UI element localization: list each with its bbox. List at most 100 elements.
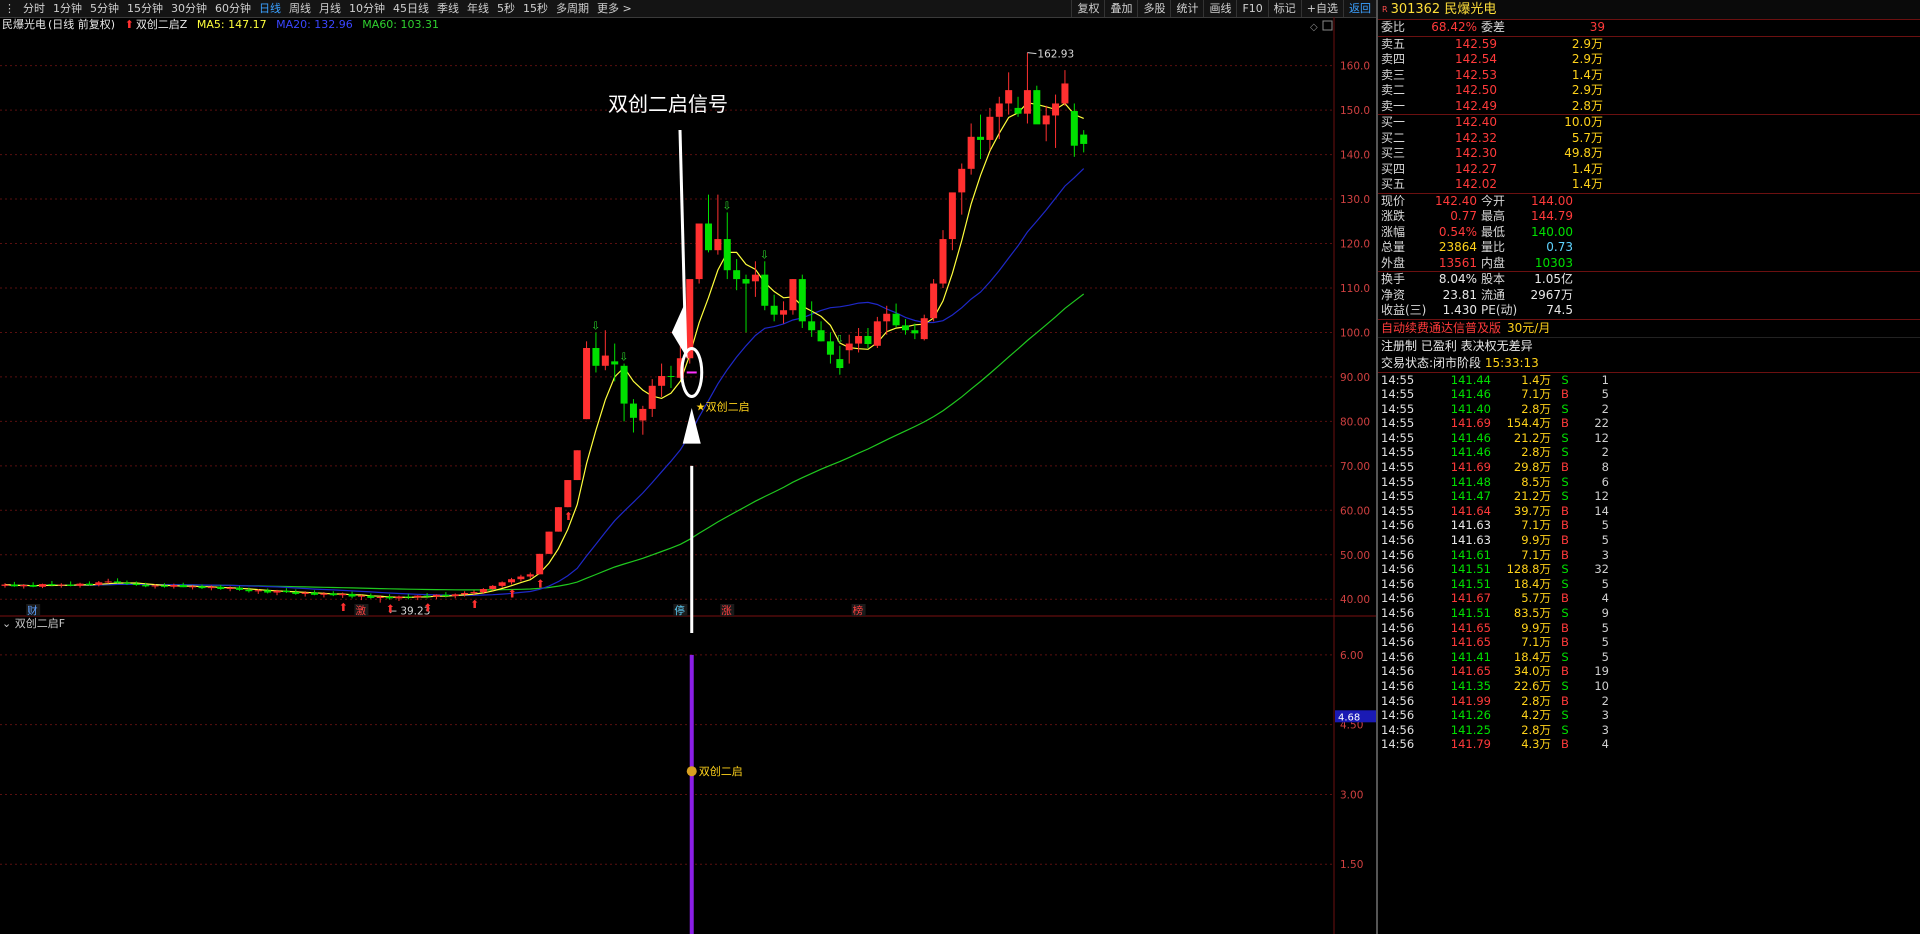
period-toolbar: ⋮ 分时 1分钟 5分钟 15分钟 30分钟 60分钟 日线 周线 月线 10分钟 45日线 季线 年线… [0, 0, 1376, 18]
candle-body [648, 385, 656, 409]
book-volume: 10.0万 [1564, 115, 1603, 129]
candle-body [798, 279, 806, 322]
candle-body [1033, 90, 1041, 125]
collapse-icon[interactable]: ◇ [1310, 22, 1318, 33]
fund-label: 净资 [1381, 287, 1406, 302]
event-label[interactable]: 涨 [721, 605, 732, 617]
tick-side: B [1561, 635, 1569, 650]
fund-value: 1.430 [1442, 303, 1477, 317]
toolbar-action-button[interactable]: 画线 [1203, 0, 1236, 17]
tick-time: 14:56 [1381, 678, 1415, 693]
tick-time: 14:56 [1381, 722, 1415, 737]
book-price: 142.32 [1455, 130, 1497, 145]
tick-price: 141.65 [1450, 664, 1491, 679]
candle-body [292, 592, 300, 594]
period-tab[interactable]: 15分钟 [123, 0, 167, 17]
book-price: 142.40 [1455, 115, 1497, 129]
order-book-row: 卖二 142.50 2.9万 [1378, 83, 1920, 99]
period-tab[interactable]: 月线 [315, 0, 345, 17]
price-axis-label: 60.00 [1340, 505, 1370, 517]
book-volume: 2.9万 [1571, 83, 1603, 97]
toolbar-action-button[interactable]: 统计 [1170, 0, 1203, 17]
tick-count: 4 [1601, 591, 1609, 606]
tick-count: 12 [1594, 430, 1609, 445]
period-tab[interactable]: 多周期 [552, 0, 593, 17]
period-tab[interactable]: 季线 [433, 0, 463, 17]
toolbar-action-button[interactable]: 返回 [1343, 0, 1376, 17]
candle-body [554, 507, 562, 532]
tick-row: 14:56 141.41 18.4万 S 5 [1378, 650, 1920, 665]
candle-body [498, 582, 506, 586]
book-price: 142.50 [1455, 83, 1497, 97]
candle-body [39, 584, 47, 587]
down-arrow-icon: ⇩ [591, 319, 600, 332]
event-label[interactable]: 财 [27, 604, 38, 617]
period-tab[interactable]: 45日线 [389, 0, 433, 17]
candle-body [85, 583, 93, 585]
event-label[interactable]: 激 [355, 604, 366, 617]
tick-side: S [1561, 562, 1569, 577]
down-arrow-icon: ⇩ [760, 248, 769, 261]
period-tab[interactable]: 1分钟 [49, 0, 86, 17]
book-price: 142.02 [1455, 177, 1497, 191]
candle-body [517, 576, 525, 580]
period-tab[interactable]: 更多 > [593, 0, 636, 17]
candle-body [780, 310, 788, 315]
up-arrow-icon: ⬆ [470, 598, 479, 611]
promo-banner[interactable]: 自动续费通达信普及版 30元/月 [1378, 320, 1920, 338]
weicha-value: 39 [1589, 20, 1605, 34]
period-tab[interactable]: 日线 [255, 0, 285, 17]
period-tab[interactable]: 30分钟 [167, 0, 211, 17]
tick-row: 14:56 141.51 83.5万 S 9 [1378, 606, 1920, 621]
tick-side: S [1561, 576, 1569, 591]
up-arrow-icon: ⬆ [423, 601, 432, 614]
quote-table: 现价 142.40 今开 144.00 涨跌 0.77 最高 144.79 涨幅 0.54% 最低 1… [1378, 194, 1920, 272]
tick-price: 141.65 [1450, 620, 1491, 635]
toolbar-action-button[interactable]: 复权 [1071, 0, 1104, 17]
event-label[interactable]: 停 [674, 604, 685, 617]
tick-row: 14:56 141.26 4.2万 S 3 [1378, 708, 1920, 723]
tick-volume: 7.1万 [1521, 387, 1551, 402]
period-tab[interactable]: 周线 [285, 0, 315, 17]
event-label[interactable]: 榜 [853, 604, 864, 617]
candle-body [667, 376, 675, 378]
toolbar-action-button[interactable]: 叠加 [1104, 0, 1137, 17]
maximize-icon[interactable] [1322, 20, 1333, 31]
period-tab[interactable]: 15秒 [519, 0, 552, 17]
candle-body [489, 585, 497, 589]
tick-time: 14:55 [1381, 372, 1415, 387]
tick-price: 141.46 [1450, 387, 1491, 402]
toolbar-action-button[interactable]: 标记 [1267, 0, 1301, 17]
sub-indicator-title[interactable]: ⌄ 双创二启F [2, 617, 65, 631]
book-label: 买二 [1381, 130, 1406, 145]
price-axis-label: 100.0 [1340, 327, 1370, 339]
candle-body [873, 321, 881, 346]
candle-body [76, 583, 84, 586]
tick-price: 141.79 [1450, 737, 1491, 752]
tick-time: 14:56 [1381, 708, 1415, 723]
order-book-row: 买二 142.32 5.7万 [1378, 131, 1920, 147]
tick-time: 14:56 [1381, 606, 1415, 620]
kline-chart[interactable]: 160.0 150.0 140.0 130.0 120.0 110.0 100.0 90.00… [0, 17, 1376, 934]
book-price: 142.59 [1455, 36, 1497, 51]
period-tab[interactable]: 5秒 [493, 0, 519, 17]
period-tab[interactable]: 年线 [463, 0, 493, 17]
candle-body [1042, 115, 1050, 125]
toolbar-action-button[interactable]: F10 [1236, 0, 1267, 17]
tick-time: 14:56 [1381, 576, 1415, 591]
period-tab[interactable]: 5分钟 [86, 0, 123, 17]
quote-label: 最低 [1481, 224, 1506, 239]
toolbar-action-button[interactable]: +自选 [1300, 0, 1343, 17]
tick-count: 19 [1594, 664, 1609, 679]
period-tab[interactable]: 60分钟 [211, 0, 255, 17]
candle-body [808, 321, 816, 331]
tick-count: 4 [1601, 737, 1609, 752]
tick-price: 141.63 [1450, 533, 1491, 548]
period-tab[interactable]: 10分钟 [345, 0, 389, 17]
stock-name-title: 民爆光电 [1444, 2, 1497, 17]
period-tab[interactable]: 分时 [19, 0, 49, 17]
candle-body [601, 355, 609, 366]
tick-list[interactable]: 14:55 141.44 1.4万 S 1 14:55 141.46 7.1万 B 5 14:55 1… [1378, 373, 1920, 752]
quote-label: 涨跌 [1381, 209, 1406, 223]
toolbar-action-button[interactable]: 多股 [1137, 0, 1170, 17]
